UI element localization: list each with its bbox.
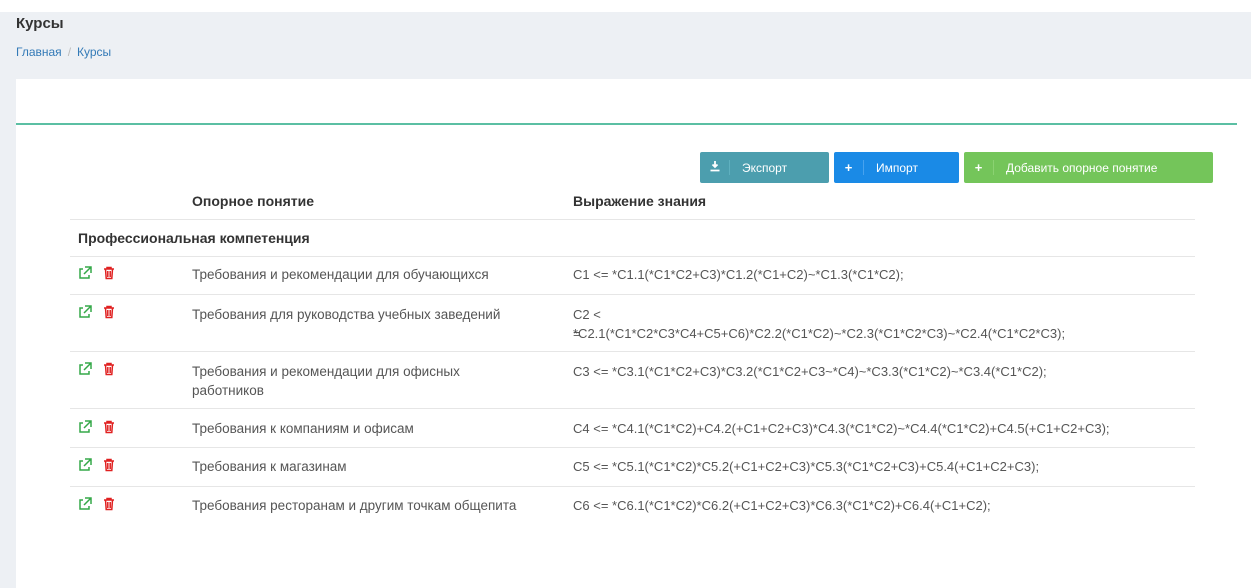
external-link-icon[interactable]	[78, 420, 92, 434]
external-link-icon[interactable]	[78, 458, 92, 472]
row-divider	[70, 447, 1195, 448]
row-divider	[70, 256, 1195, 257]
trash-icon[interactable]	[102, 420, 116, 434]
import-label: Импорт	[876, 160, 918, 175]
trash-icon[interactable]	[102, 497, 116, 511]
add-concept-button[interactable]: + Добавить опорное понятие	[964, 152, 1213, 183]
concept-name: Требования для руководства учебных завед…	[192, 307, 501, 322]
column-header-concept: Опорное понятие	[192, 193, 315, 209]
import-button[interactable]: + Импорт	[834, 152, 959, 183]
plus-icon: +	[964, 160, 994, 175]
knowledge-expression: C3 <= *C3.1(*C1*C2+C3)*C3.2(*C1*C2+C3~*C…	[573, 364, 1047, 379]
external-link-icon[interactable]	[78, 362, 92, 376]
row-actions	[78, 266, 116, 280]
export-button[interactable]: Экспорт	[700, 152, 829, 183]
row-actions	[78, 305, 116, 319]
concept-name: Требования к магазинам	[192, 459, 347, 474]
column-header-expression: Выражение знания	[573, 193, 707, 209]
trash-icon[interactable]	[102, 458, 116, 472]
row-actions	[78, 458, 116, 472]
plus-icon: +	[834, 160, 864, 175]
concept-name: Требования ресторанам и другим точкам об…	[192, 498, 517, 513]
concept-name: Требования и рекомендации для офисных ра…	[192, 364, 460, 398]
external-link-icon[interactable]	[78, 266, 92, 280]
export-label: Экспорт	[742, 160, 788, 175]
row-actions	[78, 497, 116, 511]
header-divider	[70, 219, 1195, 220]
panel-top-border	[16, 123, 1237, 125]
knowledge-expression: C1 <= *C1.1(*C1*C2+C3)*C1.2(*C1+C2)~*C1.…	[573, 267, 904, 282]
row-divider	[70, 408, 1195, 409]
trash-icon[interactable]	[102, 362, 116, 376]
breadcrumb-home-link[interactable]: Главная	[16, 45, 62, 59]
knowledge-expression-continued: *C2.1(*C1*C2*C3*C4+C5+C6)*C2.2(*C1*C2)~*…	[573, 326, 1066, 341]
concept-name: Требования к компаниям и офисам	[192, 421, 414, 436]
trash-icon[interactable]	[102, 266, 116, 280]
knowledge-expression: C6 <= *C6.1(*C1*C2)*C6.2(+C1+C2+C3)*C6.3…	[573, 498, 991, 513]
row-actions	[78, 362, 116, 376]
external-link-icon[interactable]	[78, 305, 92, 319]
page-header: Курсы Главная / Курсы	[0, 12, 1251, 79]
row-divider	[70, 486, 1195, 487]
external-link-icon[interactable]	[78, 497, 92, 511]
knowledge-expression: C4 <= *C4.1(*C1*C2)+C4.2(+C1+C2+C3)*C4.3…	[573, 421, 1110, 436]
group-title: Профессиональная компетенция	[78, 230, 310, 246]
download-icon	[700, 160, 730, 175]
concept-name: Требования и рекомендации для обучающихс…	[192, 267, 489, 282]
breadcrumb-separator: /	[67, 45, 72, 59]
page-title: Курсы	[16, 15, 64, 32]
row-divider	[70, 351, 1195, 352]
add-concept-label: Добавить опорное понятие	[1006, 160, 1158, 175]
knowledge-expression: C5 <= *C5.1(*C1*C2)*C5.2(+C1+C2+C3)*C5.3…	[573, 459, 1040, 474]
breadcrumb-current[interactable]: Курсы	[77, 45, 111, 59]
trash-icon[interactable]	[102, 305, 116, 319]
row-divider	[70, 294, 1195, 295]
breadcrumb: Главная / Курсы	[16, 45, 111, 59]
row-actions	[78, 420, 116, 434]
left-gutter	[0, 79, 16, 588]
